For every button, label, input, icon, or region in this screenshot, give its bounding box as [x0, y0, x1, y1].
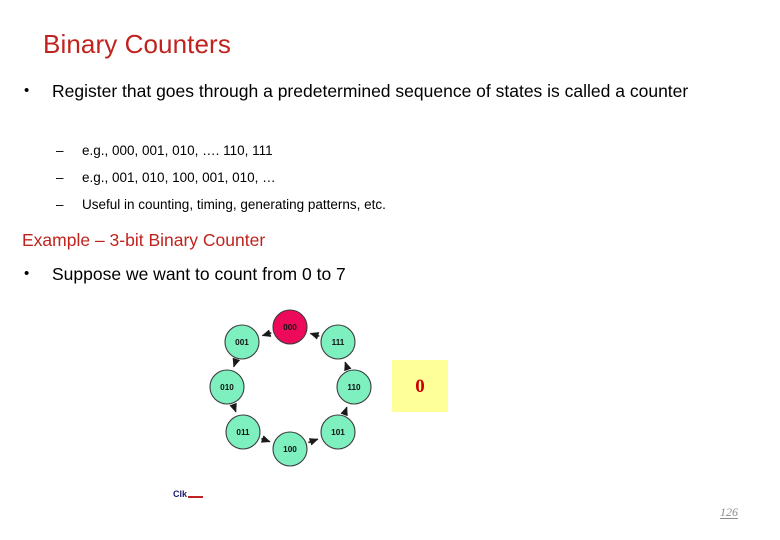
state-node: 010	[209, 369, 245, 405]
state-node: 100	[272, 431, 308, 467]
sub-bullet-text: e.g., 001, 010, 100, 001, 010, …	[82, 170, 276, 185]
state-node: 110	[336, 369, 372, 405]
sub-bullet-text: Useful in counting, timing, generating p…	[82, 197, 386, 212]
state-node-label: 000	[283, 323, 297, 332]
clk-line-icon	[188, 496, 204, 498]
state-node-label: 001	[235, 338, 249, 347]
bullet-item-register: • Register that goes through a predeterm…	[22, 79, 758, 103]
sub-bullet-item-1: – e.g., 000, 001, 010, …. 110, 111	[56, 142, 273, 160]
state-nodes: 000 001 010 011 100 101 110 111	[209, 309, 372, 467]
state-node: 001	[224, 324, 260, 360]
page-number: 126	[720, 505, 738, 519]
state-node-label: 111	[332, 338, 345, 347]
state-diagram-svg: 000 001 010 011 100 101 110 111	[209, 309, 372, 467]
sub-bullet-item-2: – e.g., 001, 010, 100, 001, 010, …	[56, 169, 276, 187]
transition-arrow	[232, 357, 241, 368]
sub-bullet-text: e.g., 000, 001, 010, …. 110, 111	[82, 143, 273, 158]
state-transition-diagram: 000 001 010 011 100 101 110 111	[200, 300, 380, 480]
state-node: 101	[320, 414, 356, 450]
sub-bullet-marker: –	[56, 170, 64, 185]
transition-arrow	[308, 438, 319, 446]
bullet-item-suppose: • Suppose we want to count from 0 to 7	[22, 262, 752, 286]
sub-bullet-marker: –	[56, 143, 64, 158]
slide-canvas: Binary Counters • Register that goes thr…	[0, 0, 780, 540]
counter-value-text: 0	[415, 375, 425, 397]
transition-arrow	[229, 402, 237, 413]
state-node: 011	[225, 414, 261, 450]
state-node: 000	[272, 309, 308, 345]
section-heading-example: Example – 3-bit Binary Counter	[22, 230, 266, 250]
counter-value-box: 0	[392, 360, 448, 412]
clk-signal-label: Clk	[173, 489, 204, 499]
transition-arrow	[261, 329, 272, 337]
state-node-label: 100	[283, 445, 297, 454]
state-node-label: 011	[236, 428, 250, 437]
sub-bullet-marker: –	[56, 197, 64, 212]
transition-arrow	[344, 361, 352, 372]
bullet-text: Register that goes through a predetermin…	[52, 81, 689, 101]
transition-arrow	[340, 406, 348, 417]
state-node-label: 010	[220, 383, 234, 392]
state-node-label: 101	[331, 428, 345, 437]
bullet-marker: •	[24, 82, 30, 99]
state-node: 111	[320, 324, 356, 360]
bullet-text: Suppose we want to count from 0 to 7	[52, 264, 346, 284]
sub-bullet-item-3: – Useful in counting, timing, generating…	[56, 196, 386, 214]
transition-arrow	[309, 332, 320, 340]
transition-arrow	[260, 435, 271, 443]
clk-text: Clk	[173, 489, 188, 499]
bullet-marker: •	[24, 265, 30, 282]
page-title: Binary Counters	[43, 29, 231, 59]
state-node-label: 110	[347, 383, 361, 392]
